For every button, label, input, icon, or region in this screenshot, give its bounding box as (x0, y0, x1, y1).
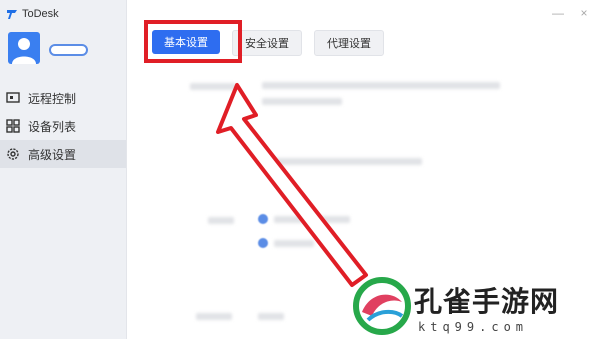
user-name-redacted (49, 44, 88, 56)
blurred-setting-label (208, 217, 234, 224)
tab-security-settings[interactable]: 安全设置 (232, 30, 302, 56)
radio-option[interactable] (258, 214, 268, 224)
gear-icon (7, 148, 19, 160)
blurred-setting-label (190, 83, 236, 90)
todesk-logo-icon (7, 10, 17, 19)
avatar[interactable] (8, 32, 40, 64)
watermark-name: 孔雀手游网 (414, 285, 560, 318)
sidebar-item-label: 远程控制 (28, 91, 77, 106)
app-brand: ToDesk (6, 6, 59, 22)
sidebar-item-label: 设备列表 (28, 119, 77, 134)
window-controls: — × (552, 6, 590, 20)
watermark: 孔雀手游网 ktq99.com (352, 274, 600, 339)
sidebar-item-advanced-settings[interactable]: 高级设置 (0, 140, 126, 168)
blurred-option-label (274, 216, 350, 223)
minimize-button[interactable]: — (552, 6, 564, 20)
grid-icon (6, 119, 20, 133)
blurred-setting-value (258, 313, 284, 320)
user-icon (12, 38, 36, 64)
sidebar-item-label: 高级设置 (28, 147, 77, 162)
blurred-setting-value (262, 158, 422, 165)
watermark-url: ktq99.com (418, 320, 529, 334)
radio-option[interactable] (258, 238, 268, 248)
blurred-setting-label (196, 313, 232, 320)
blurred-option-label (274, 240, 314, 247)
settings-tabs: 基本设置 安全设置 代理设置 (152, 30, 384, 56)
sidebar: ToDesk 远程控制 设备列表 高级设置 (0, 0, 127, 339)
blurred-setting-value (262, 98, 342, 105)
sidebar-item-remote-control[interactable]: 远程控制 (0, 84, 126, 112)
sidebar-item-device-list[interactable]: 设备列表 (0, 112, 126, 140)
monitor-icon (6, 92, 20, 103)
sidebar-nav: 远程控制 设备列表 高级设置 (0, 84, 126, 168)
close-button[interactable]: × (578, 6, 590, 20)
tab-proxy-settings[interactable]: 代理设置 (314, 30, 384, 56)
tab-basic-settings[interactable]: 基本设置 (152, 30, 220, 54)
blurred-setting-value (262, 82, 500, 89)
app-title: ToDesk (22, 8, 59, 20)
peacock-logo-icon (353, 277, 411, 335)
